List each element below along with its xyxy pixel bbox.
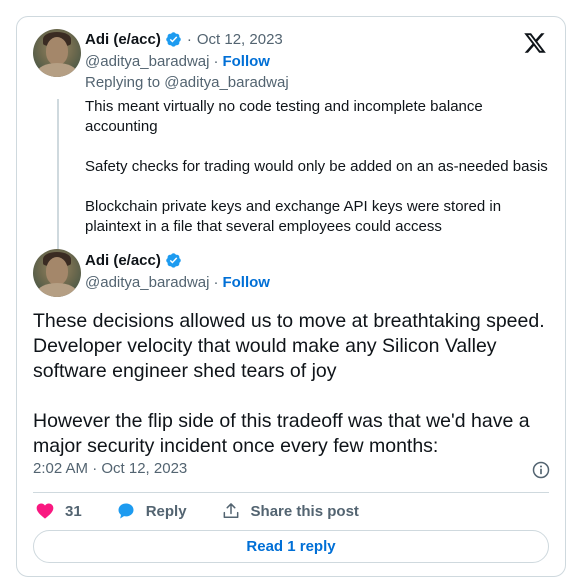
author-name[interactable]: Adi (e/acc) <box>85 252 161 269</box>
verified-badge-icon <box>166 32 181 47</box>
dot-separator: · <box>213 53 219 70</box>
author-handle[interactable]: @aditya_baradwaj <box>85 53 209 70</box>
like-button[interactable]: 31 <box>35 501 82 521</box>
handle-row: @aditya_baradwaj · Follow <box>85 53 270 70</box>
reply-label: Reply <box>145 502 187 520</box>
author-row: Adi (e/acc) · Oct 12, 2023 <box>85 31 283 48</box>
tweet-text: This meant virtually no code testing and… <box>85 97 555 237</box>
dot-separator: · <box>213 274 219 291</box>
reply-button[interactable]: Reply <box>116 501 187 521</box>
replying-to[interactable]: Replying to @aditya_baradwaj <box>85 74 289 91</box>
tweet-embed-card: Adi (e/acc) · Oct 12, 2023 @aditya_barad… <box>16 16 566 577</box>
follow-button[interactable]: Follow <box>222 274 270 291</box>
follow-button[interactable]: Follow <box>222 53 270 70</box>
like-count: 31 <box>65 502 82 520</box>
avatar[interactable] <box>33 29 81 77</box>
x-logo-icon[interactable] <box>523 31 547 55</box>
info-icon[interactable] <box>531 460 551 480</box>
action-bar: 31 Reply Share this post <box>35 500 393 522</box>
thread-line <box>57 99 59 259</box>
read-reply-button[interactable]: Read 1 reply <box>33 530 549 563</box>
tweet-paragraph: These decisions allowed us to move at br… <box>33 310 545 382</box>
author-name[interactable]: Adi (e/acc) <box>85 31 161 48</box>
tweet-paragraph: However the flip side of this tradeoff w… <box>33 410 530 457</box>
tweet-paragraph: Blockchain private keys and exchange API… <box>85 198 502 235</box>
heart-icon <box>36 503 54 519</box>
tweet-paragraph: This meant virtually no code testing and… <box>85 98 483 135</box>
verified-badge-icon <box>166 253 181 268</box>
tweet-text: These decisions allowed us to move at br… <box>33 309 558 459</box>
share-icon <box>223 503 238 518</box>
author-row: Adi (e/acc) <box>85 252 182 269</box>
tweet-timestamp[interactable]: 2:02 AM · Oct 12, 2023 <box>33 460 187 477</box>
author-handle[interactable]: @aditya_baradwaj <box>85 274 209 291</box>
share-button[interactable]: Share this post <box>221 501 359 521</box>
dot-separator: · <box>186 31 192 48</box>
tweet-date[interactable]: Oct 12, 2023 <box>197 31 283 48</box>
reply-bubble-icon <box>118 503 134 519</box>
tweet-paragraph: Safety checks for trading would only be … <box>85 158 548 175</box>
handle-row: @aditya_baradwaj · Follow <box>85 274 270 291</box>
divider <box>33 492 549 493</box>
share-label: Share this post <box>250 502 359 520</box>
avatar[interactable] <box>33 249 81 297</box>
